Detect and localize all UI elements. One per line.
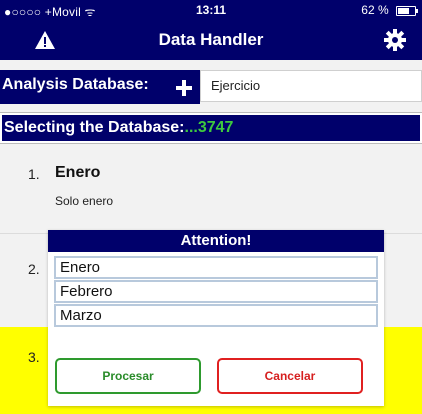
selecting-label: Selecting the Database: bbox=[4, 119, 185, 136]
top-bar: ●○○○○ +Movil ᯤ 13:11 62 % Data Handler bbox=[0, 0, 422, 60]
item-subtitle: Solo enero bbox=[55, 194, 114, 208]
procesar-button[interactable]: Procesar bbox=[55, 358, 201, 394]
option-marzo[interactable]: Marzo bbox=[54, 304, 378, 327]
option-febrero[interactable]: Febrero bbox=[54, 280, 378, 303]
clock-time: 13:11 bbox=[195, 3, 227, 17]
status-bar: ●○○○○ +Movil ᯤ 13:11 62 % bbox=[0, 0, 422, 20]
plus-icon[interactable] bbox=[174, 78, 194, 98]
database-id: ...3747 bbox=[184, 119, 234, 136]
selecting-database-bar: Selecting the Database:...3747 bbox=[0, 112, 422, 144]
app-title: Data Handler bbox=[158, 30, 264, 49]
item-title: Enero bbox=[55, 164, 101, 181]
battery-percent: 62 % bbox=[361, 3, 389, 17]
dialog-title: Attention! bbox=[48, 230, 384, 252]
analysis-label: Analysis Database: bbox=[0, 70, 200, 104]
analysis-database-field[interactable]: Ejercicio bbox=[200, 70, 422, 102]
battery-icon bbox=[396, 5, 418, 16]
navigation-bar: Data Handler bbox=[0, 20, 422, 60]
analysis-row: Analysis Database: Ejercicio bbox=[0, 70, 422, 104]
cancelar-button[interactable]: Cancelar bbox=[217, 358, 363, 394]
list-item[interactable]: 1. Enero Solo enero bbox=[0, 150, 422, 234]
item-number: 3. bbox=[28, 349, 40, 365]
item-number: 2. bbox=[28, 261, 40, 277]
gear-icon[interactable] bbox=[384, 29, 406, 51]
attention-dialog: Attention! Enero Febrero Marzo Procesar … bbox=[48, 230, 384, 406]
item-number: 1. bbox=[28, 166, 40, 182]
option-enero[interactable]: Enero bbox=[54, 256, 378, 279]
